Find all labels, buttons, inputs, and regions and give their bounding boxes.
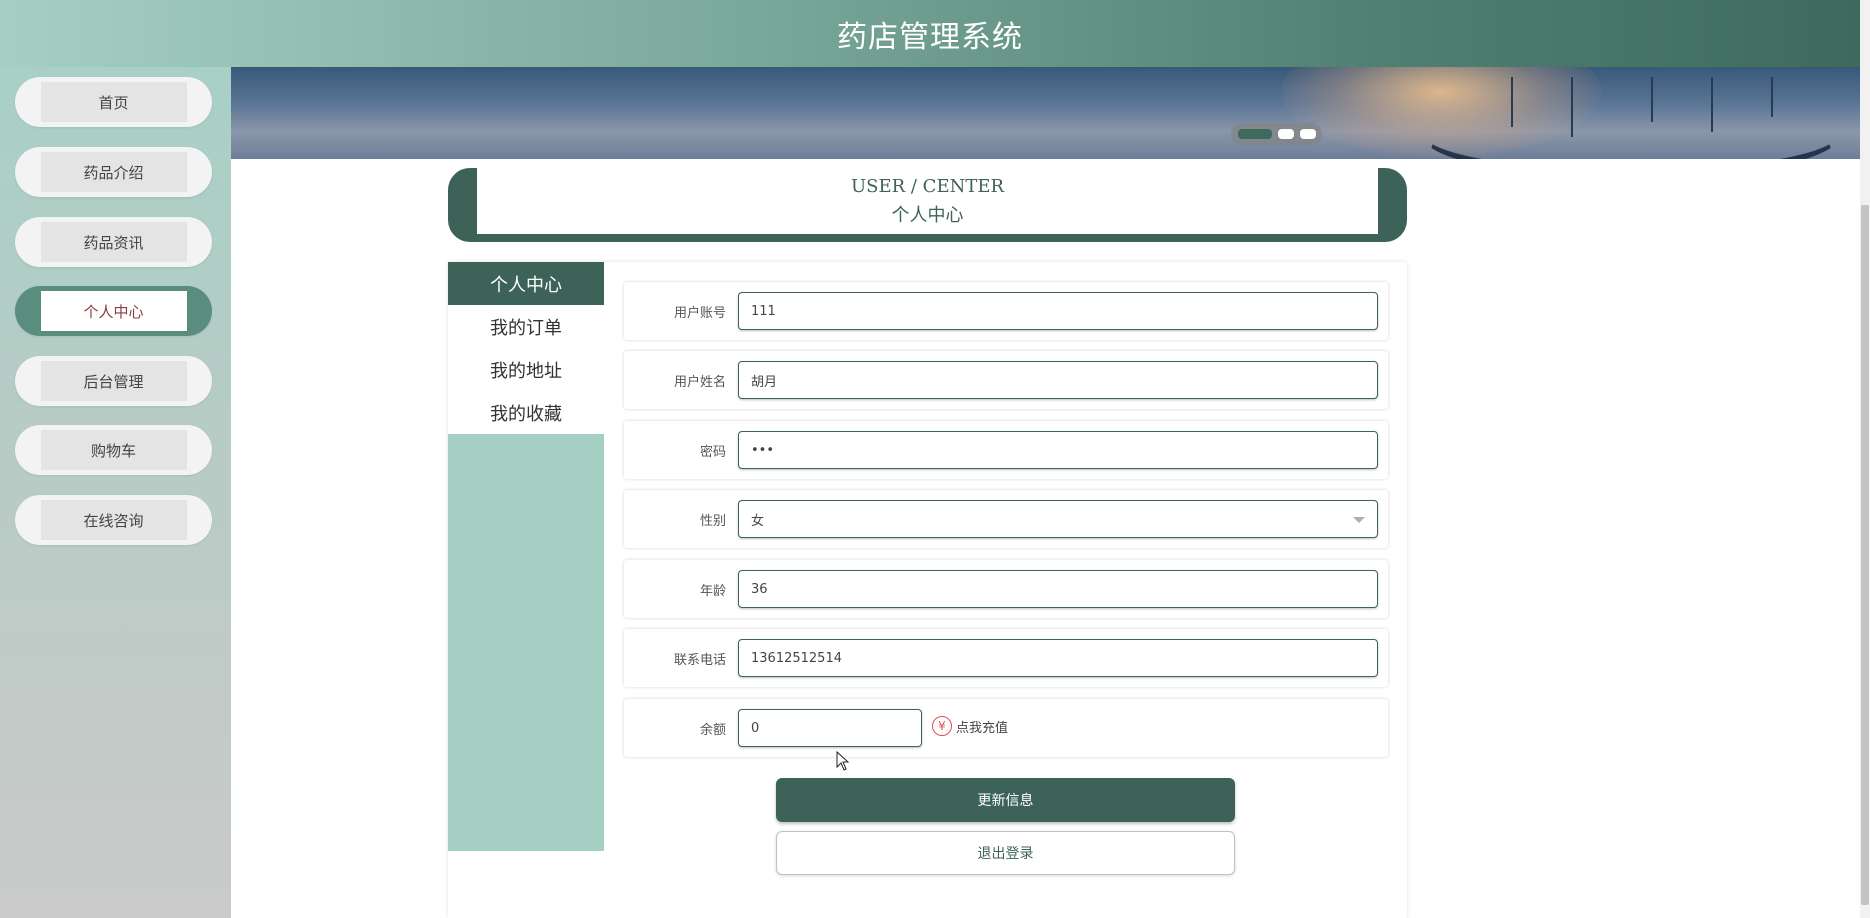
sidebar-item-home[interactable]: 首页 <box>15 77 212 127</box>
carousel-dot[interactable] <box>1299 129 1316 139</box>
menu-item-personal-center[interactable]: 个人中心 <box>448 262 604 305</box>
sidebar-item-personal-center[interactable]: 个人中心 <box>15 286 212 336</box>
carousel-dot[interactable] <box>1277 129 1294 139</box>
password-label: 密码 <box>699 444 726 460</box>
balance-input[interactable]: 0 <box>738 709 922 747</box>
banner-reed <box>1511 77 1513 127</box>
sidebar-item-drug-news[interactable]: 药品资讯 <box>15 217 212 267</box>
update-info-button[interactable]: 更新信息 <box>776 778 1235 822</box>
yen-icon: ¥ <box>932 716 952 736</box>
menu-list: 个人中心 我的订单 我的地址 我的收藏 <box>448 262 604 434</box>
sidebar-item-label: 药品介绍 <box>40 152 187 192</box>
sidebar-item-label: 个人中心 <box>40 291 187 331</box>
carousel-dot[interactable] <box>1237 129 1272 139</box>
heading-inner: USER / CENTER 个人中心 <box>477 168 1378 234</box>
name-input[interactable]: 胡月 <box>738 361 1378 399</box>
heading-english: USER / CENTER <box>850 175 1005 197</box>
sidebar-item-drug-intro[interactable]: 药品介绍 <box>15 147 212 197</box>
age-label: 年龄 <box>699 583 726 599</box>
banner-reed <box>1771 77 1773 117</box>
account-label: 用户账号 <box>673 305 726 321</box>
banner-reed <box>1651 77 1653 122</box>
menu-item-my-favorites[interactable]: 我的收藏 <box>448 391 604 434</box>
gender-selected-value: 女 <box>751 513 765 529</box>
sidebar-item-cart[interactable]: 购物车 <box>15 425 212 475</box>
top-header: 药店管理系统 <box>0 0 1860 67</box>
carousel-indicator <box>1231 123 1322 145</box>
heading-chinese: 个人中心 <box>891 204 964 226</box>
sidebar-item-admin[interactable]: 后台管理 <box>15 356 212 406</box>
balance-label: 余额 <box>699 722 726 738</box>
form-row-name: 用户姓名 胡月 <box>624 351 1388 409</box>
gender-label: 性别 <box>699 513 726 529</box>
name-label: 用户姓名 <box>673 374 726 390</box>
recharge-link[interactable]: ¥ 点我充值 <box>932 716 1008 736</box>
scrollbar-thumb[interactable] <box>1861 205 1869 905</box>
form-row-password: 密码 ••• <box>624 421 1388 479</box>
password-input[interactable]: ••• <box>738 431 1378 469</box>
sidebar-item-label: 购物车 <box>40 430 187 470</box>
form-row-age: 年龄 36 <box>624 560 1388 618</box>
age-input[interactable]: 36 <box>738 570 1378 608</box>
user-center-heading: USER / CENTER 个人中心 <box>448 168 1407 242</box>
banner-reed <box>1711 77 1713 132</box>
phone-input[interactable]: 13612512514 <box>738 639 1378 677</box>
gender-select[interactable]: 女 <box>738 500 1378 538</box>
form-row-balance: 余额 0 ¥ 点我充值 <box>624 699 1388 757</box>
sidebar: 首页 药品介绍 药品资讯 个人中心 后台管理 购物车 在线咨询 <box>0 67 231 918</box>
sidebar-item-label: 首页 <box>40 82 187 122</box>
user-center-menu: 个人中心 我的订单 我的地址 我的收藏 <box>448 262 604 851</box>
sidebar-item-label: 后台管理 <box>40 361 187 401</box>
sidebar-item-label: 在线咨询 <box>40 500 187 540</box>
chevron-down-icon <box>1353 517 1365 523</box>
phone-label: 联系电话 <box>673 652 726 668</box>
banner-reed <box>1571 77 1573 137</box>
form-row-phone: 联系电话 13612512514 <box>624 629 1388 687</box>
sidebar-item-label: 药品资讯 <box>40 222 187 262</box>
recharge-label: 点我充值 <box>956 720 1009 736</box>
banner-carousel <box>231 67 1860 159</box>
form-row-account: 用户账号 111 <box>624 282 1388 340</box>
account-input[interactable]: 111 <box>738 292 1378 330</box>
logout-button[interactable]: 退出登录 <box>776 831 1235 875</box>
menu-item-my-address[interactable]: 我的地址 <box>448 348 604 391</box>
sidebar-item-online-consult[interactable]: 在线咨询 <box>15 495 212 545</box>
menu-item-my-orders[interactable]: 我的订单 <box>448 305 604 348</box>
app-title: 药店管理系统 <box>837 19 1023 55</box>
form-row-gender: 性别 女 <box>624 490 1388 548</box>
page-scrollbar[interactable] <box>1860 0 1870 918</box>
